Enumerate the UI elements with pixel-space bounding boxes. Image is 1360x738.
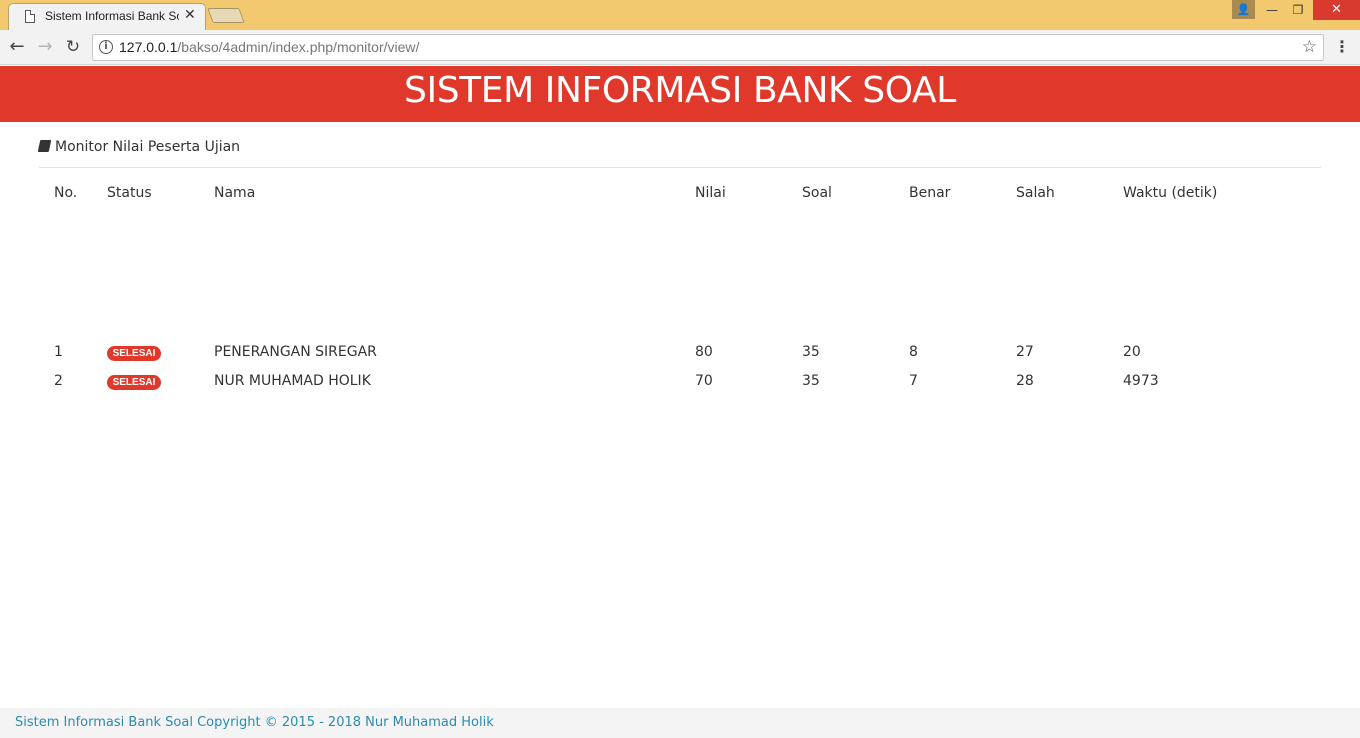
tab-title: Sistem Informasi Bank Soal bbox=[45, 9, 179, 23]
info-icon[interactable]: i bbox=[99, 40, 113, 54]
cell-no: 1 bbox=[54, 344, 63, 360]
site-header: SISTEM INFORMASI BANK SOAL bbox=[0, 66, 1360, 122]
column-header-status: Status bbox=[107, 185, 152, 201]
bookmark-star-icon[interactable]: ☆ bbox=[1302, 37, 1317, 57]
cell-nama: NUR MUHAMAD HOLIK bbox=[214, 373, 371, 389]
url-host: 127.0.0.1 bbox=[119, 39, 178, 55]
browser-titlebar: Sistem Informasi Bank Soal ✕ 👤 — ❐ ✕ bbox=[0, 0, 1360, 30]
url-text[interactable]: 127.0.0.1/bakso/4admin/index.php/monitor… bbox=[119, 39, 419, 55]
url-path: /bakso/4admin/index.php/monitor/view/ bbox=[177, 39, 420, 55]
page-footer: Sistem Informasi Bank Soal Copyright © 2… bbox=[0, 708, 1360, 738]
book-icon bbox=[37, 140, 52, 152]
browser-menu-icon[interactable]: ⋮ bbox=[1334, 36, 1350, 58]
section-title: Monitor Nilai Peserta Ujian bbox=[37, 139, 241, 155]
cell-waktu: 4973 bbox=[1123, 373, 1159, 389]
minimize-button[interactable]: — bbox=[1262, 0, 1282, 20]
status-badge: SELESAI bbox=[107, 346, 161, 361]
column-header-soal: Soal bbox=[802, 185, 832, 201]
back-arrow-icon[interactable]: ← bbox=[6, 36, 28, 58]
column-header-salah: Salah bbox=[1016, 185, 1055, 201]
cell-benar: 8 bbox=[909, 344, 918, 360]
column-header-no: No. bbox=[54, 185, 78, 201]
document-icon bbox=[25, 10, 35, 23]
browser-toolbar: ← → ↻ i 127.0.0.1/bakso/4admin/index.php… bbox=[0, 30, 1360, 65]
column-header-waktu: Waktu (detik) bbox=[1123, 185, 1218, 201]
column-header-nilai: Nilai bbox=[695, 185, 726, 201]
column-header-nama: Nama bbox=[214, 185, 256, 201]
status-badge: SELESAI bbox=[107, 375, 161, 390]
reload-icon[interactable]: ↻ bbox=[62, 36, 84, 58]
footer-copyright-link[interactable]: Sistem Informasi Bank Soal Copyright © 2… bbox=[15, 715, 494, 730]
close-window-button[interactable]: ✕ bbox=[1313, 0, 1360, 20]
address-bar[interactable]: i 127.0.0.1/bakso/4admin/index.php/monit… bbox=[92, 34, 1324, 61]
cell-soal: 35 bbox=[802, 373, 820, 389]
cell-nilai: 70 bbox=[695, 373, 713, 389]
column-header-benar: Benar bbox=[909, 185, 951, 201]
cell-salah: 27 bbox=[1016, 344, 1034, 360]
user-profile-icon[interactable]: 👤 bbox=[1232, 0, 1255, 19]
cell-salah: 28 bbox=[1016, 373, 1034, 389]
browser-tab[interactable]: Sistem Informasi Bank Soal ✕ bbox=[8, 3, 206, 30]
cell-benar: 7 bbox=[909, 373, 918, 389]
section-title-text: Monitor Nilai Peserta Ujian bbox=[55, 139, 241, 155]
forward-arrow-icon[interactable]: → bbox=[34, 36, 56, 58]
new-tab-button[interactable] bbox=[207, 8, 245, 23]
maximize-button[interactable]: ❐ bbox=[1288, 0, 1308, 20]
divider bbox=[39, 167, 1321, 168]
tab-close-icon[interactable]: ✕ bbox=[184, 7, 196, 23]
site-title: SISTEM INFORMASI BANK SOAL bbox=[404, 70, 956, 111]
cell-soal: 35 bbox=[802, 344, 820, 360]
cell-nama: PENERANGAN SIREGAR bbox=[214, 344, 377, 360]
cell-nilai: 80 bbox=[695, 344, 713, 360]
cell-no: 2 bbox=[54, 373, 63, 389]
cell-waktu: 20 bbox=[1123, 344, 1141, 360]
